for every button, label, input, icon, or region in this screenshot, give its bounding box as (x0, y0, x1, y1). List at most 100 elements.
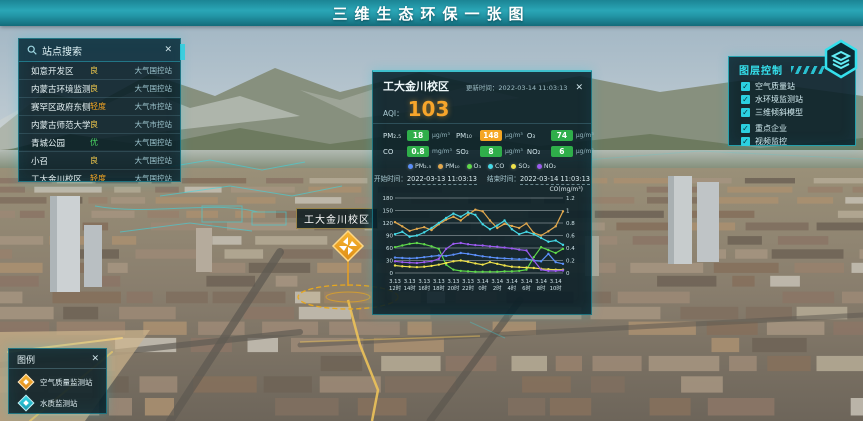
legend-dot (537, 164, 542, 169)
station-row[interactable]: 内蒙古师范大学 良 大气市控站 (19, 116, 180, 134)
marker-label[interactable]: 工大金川校区 (296, 208, 378, 229)
legend-item-label: 水质监测站 (40, 398, 78, 409)
legend-chip[interactable]: PM₂.₅ (408, 163, 431, 170)
station-row[interactable]: 工大金川校区 轻度 大气国控站 (19, 170, 180, 182)
checkbox-checked-icon[interactable]: ✓ (741, 137, 750, 146)
legend-item-label: 空气质量监测站 (40, 377, 93, 388)
station-row[interactable]: 青城公园 优 大气国控站 (19, 134, 180, 152)
legend-label: CO (495, 163, 504, 170)
legend-chip[interactable]: SO₂ (511, 163, 529, 170)
end-time-label: 结束时间： (487, 175, 520, 183)
station-marker-pin[interactable] (330, 228, 366, 290)
station-aqi-grade: 良 (90, 119, 116, 130)
start-time-label: 开始时间： (374, 175, 407, 183)
station-row[interactable]: 内蒙古环境监测站 良 大气国控站 (19, 80, 180, 98)
legend-dot (511, 164, 516, 169)
update-time: 更新时间：2022-03-14 11:03:13 (466, 82, 568, 92)
layer-label: 三维倾斜模型 (755, 107, 803, 118)
popup-header: 工大金川校区 更新时间：2022-03-14 11:03:13 ✕ (373, 72, 591, 97)
pollutant-cell: O₃ 74 μg/m³ (527, 130, 594, 141)
update-time-value: 2022-03-14 11:03:13 (498, 84, 567, 92)
layer-item[interactable]: ✓ 空气质量站 (729, 80, 855, 93)
svg-text:0: 0 (566, 271, 570, 277)
svg-text:0.8: 0.8 (566, 221, 575, 227)
start-time-picker[interactable]: 2022-03-13 11:03:13 (407, 175, 477, 185)
svg-text:1: 1 (566, 209, 570, 215)
station-row[interactable]: 赛罕区政府东侧 轻度 大气市控站 (19, 98, 180, 116)
layers-hexagon-button[interactable] (820, 38, 862, 80)
svg-text:0: 0 (390, 271, 394, 277)
pollutant-value-badge: 6 (551, 146, 573, 157)
pollutant-name: PM₁₀ (456, 132, 480, 140)
station-row[interactable]: 小召 良 大气国控站 (19, 152, 180, 170)
checkbox-checked-icon[interactable]: ✓ (741, 95, 750, 104)
svg-text:3.140时: 3.140时 (477, 279, 489, 292)
station-type: 大气国控站 (116, 137, 172, 148)
svg-text:3.1410时: 3.1410时 (550, 279, 563, 292)
checkbox-checked-icon[interactable]: ✓ (741, 108, 750, 117)
svg-text:60: 60 (386, 246, 393, 252)
right-axis-title: CO(mg/m³) (373, 185, 591, 193)
checkbox-checked-icon[interactable]: ✓ (741, 82, 750, 91)
legend-dot (408, 164, 413, 169)
station-panel-collapse-tab[interactable] (180, 44, 185, 60)
station-type: 大气国控站 (116, 83, 172, 94)
station-aqi-grade: 良 (90, 65, 116, 76)
checkbox-checked-icon[interactable]: ✓ (741, 124, 750, 133)
aqi-value: 103 (408, 97, 450, 121)
layer-item[interactable]: ✓ 重点企业 (729, 122, 855, 135)
station-search-panel: 站点搜索 ✕ 如意开发区 良 大气国控站 内蒙古环境监测站 良 大气国控站 赛罕… (18, 38, 181, 182)
legend-chip[interactable]: O₃ (467, 163, 481, 170)
close-icon[interactable]: ✕ (164, 46, 172, 55)
station-name: 如意开发区 (31, 65, 90, 77)
pollutant-cell: PM₁₀ 148 μg/m³ (456, 130, 523, 141)
pollutant-name: O₃ (527, 132, 551, 140)
station-type: 大气国控站 (116, 65, 172, 76)
station-name: 赛罕区政府东侧 (31, 101, 90, 113)
svg-text:180: 180 (383, 196, 394, 202)
station-panel-header: 站点搜索 ✕ (19, 39, 180, 62)
pollutant-name: NO₂ (527, 148, 551, 156)
layer-item[interactable]: ✓ 水环境监测站 (729, 93, 855, 106)
svg-text:0.4: 0.4 (566, 246, 575, 252)
legend-chip[interactable]: CO (488, 163, 504, 170)
legend-item[interactable]: 水质监测站 (9, 390, 106, 411)
svg-text:3.1322时: 3.1322时 (462, 279, 475, 292)
legend-dot (438, 164, 443, 169)
legend-dot (488, 164, 493, 169)
svg-text:150: 150 (383, 209, 394, 215)
air-station-marker-icon (18, 374, 35, 391)
app-title: 三维生态环保一张图 (332, 3, 530, 24)
pollutant-unit: μg/m³ (432, 132, 450, 139)
station-aqi-grade: 优 (90, 137, 116, 148)
legend-chip[interactable]: PM₁₀ (438, 163, 459, 170)
station-name: 工大金川校区 (31, 173, 90, 183)
legend-item[interactable]: 空气质量监测站 (9, 369, 106, 390)
layer-panel-title: 图层控制 (739, 62, 783, 77)
close-icon[interactable]: ✕ (91, 355, 99, 364)
chart-legend: PM₂.₅ PM₁₀ O₃ CO SO₂ NO₂ (373, 161, 591, 171)
layer-item[interactable]: ✓ 三维倾斜模型 (729, 106, 855, 119)
map-legend-panel: 图例 ✕ 空气质量监测站 水质监测站 (8, 348, 107, 414)
update-time-label: 更新时间： (466, 84, 499, 92)
station-aqi-grade: 良 (90, 155, 116, 166)
close-icon[interactable]: ✕ (575, 84, 583, 93)
pollutant-value-badge: 148 (480, 130, 502, 141)
svg-text:3.142时: 3.142时 (491, 279, 503, 292)
legend-panel-title: 图例 (17, 353, 91, 366)
legend-chip[interactable]: NO₂ (537, 163, 556, 170)
pollutant-trend-chart[interactable]: 1801.215011200.8900.6600.4300.2003.1312时… (379, 193, 585, 297)
station-type: 大气国控站 (116, 155, 172, 166)
svg-text:3.144时: 3.144时 (506, 279, 518, 292)
layer-label: 重点企业 (755, 123, 787, 134)
station-row[interactable]: 如意开发区 良 大气国控站 (19, 62, 180, 80)
layer-item[interactable]: ✓ 视频监控 (729, 135, 855, 148)
end-time-group: 结束时间：2022-03-14 11:03:13 (487, 173, 590, 183)
legend-panel-header: 图例 ✕ (9, 349, 106, 369)
svg-text:3.148时: 3.148时 (535, 279, 547, 292)
popup-title: 工大金川校区 (383, 78, 449, 94)
pollutant-name: CO (383, 148, 407, 156)
end-time-picker[interactable]: 2022-03-14 11:03:13 (520, 175, 590, 185)
pollutant-unit: μg/m³ (505, 148, 523, 155)
svg-text:3.1318时: 3.1318时 (433, 279, 446, 292)
